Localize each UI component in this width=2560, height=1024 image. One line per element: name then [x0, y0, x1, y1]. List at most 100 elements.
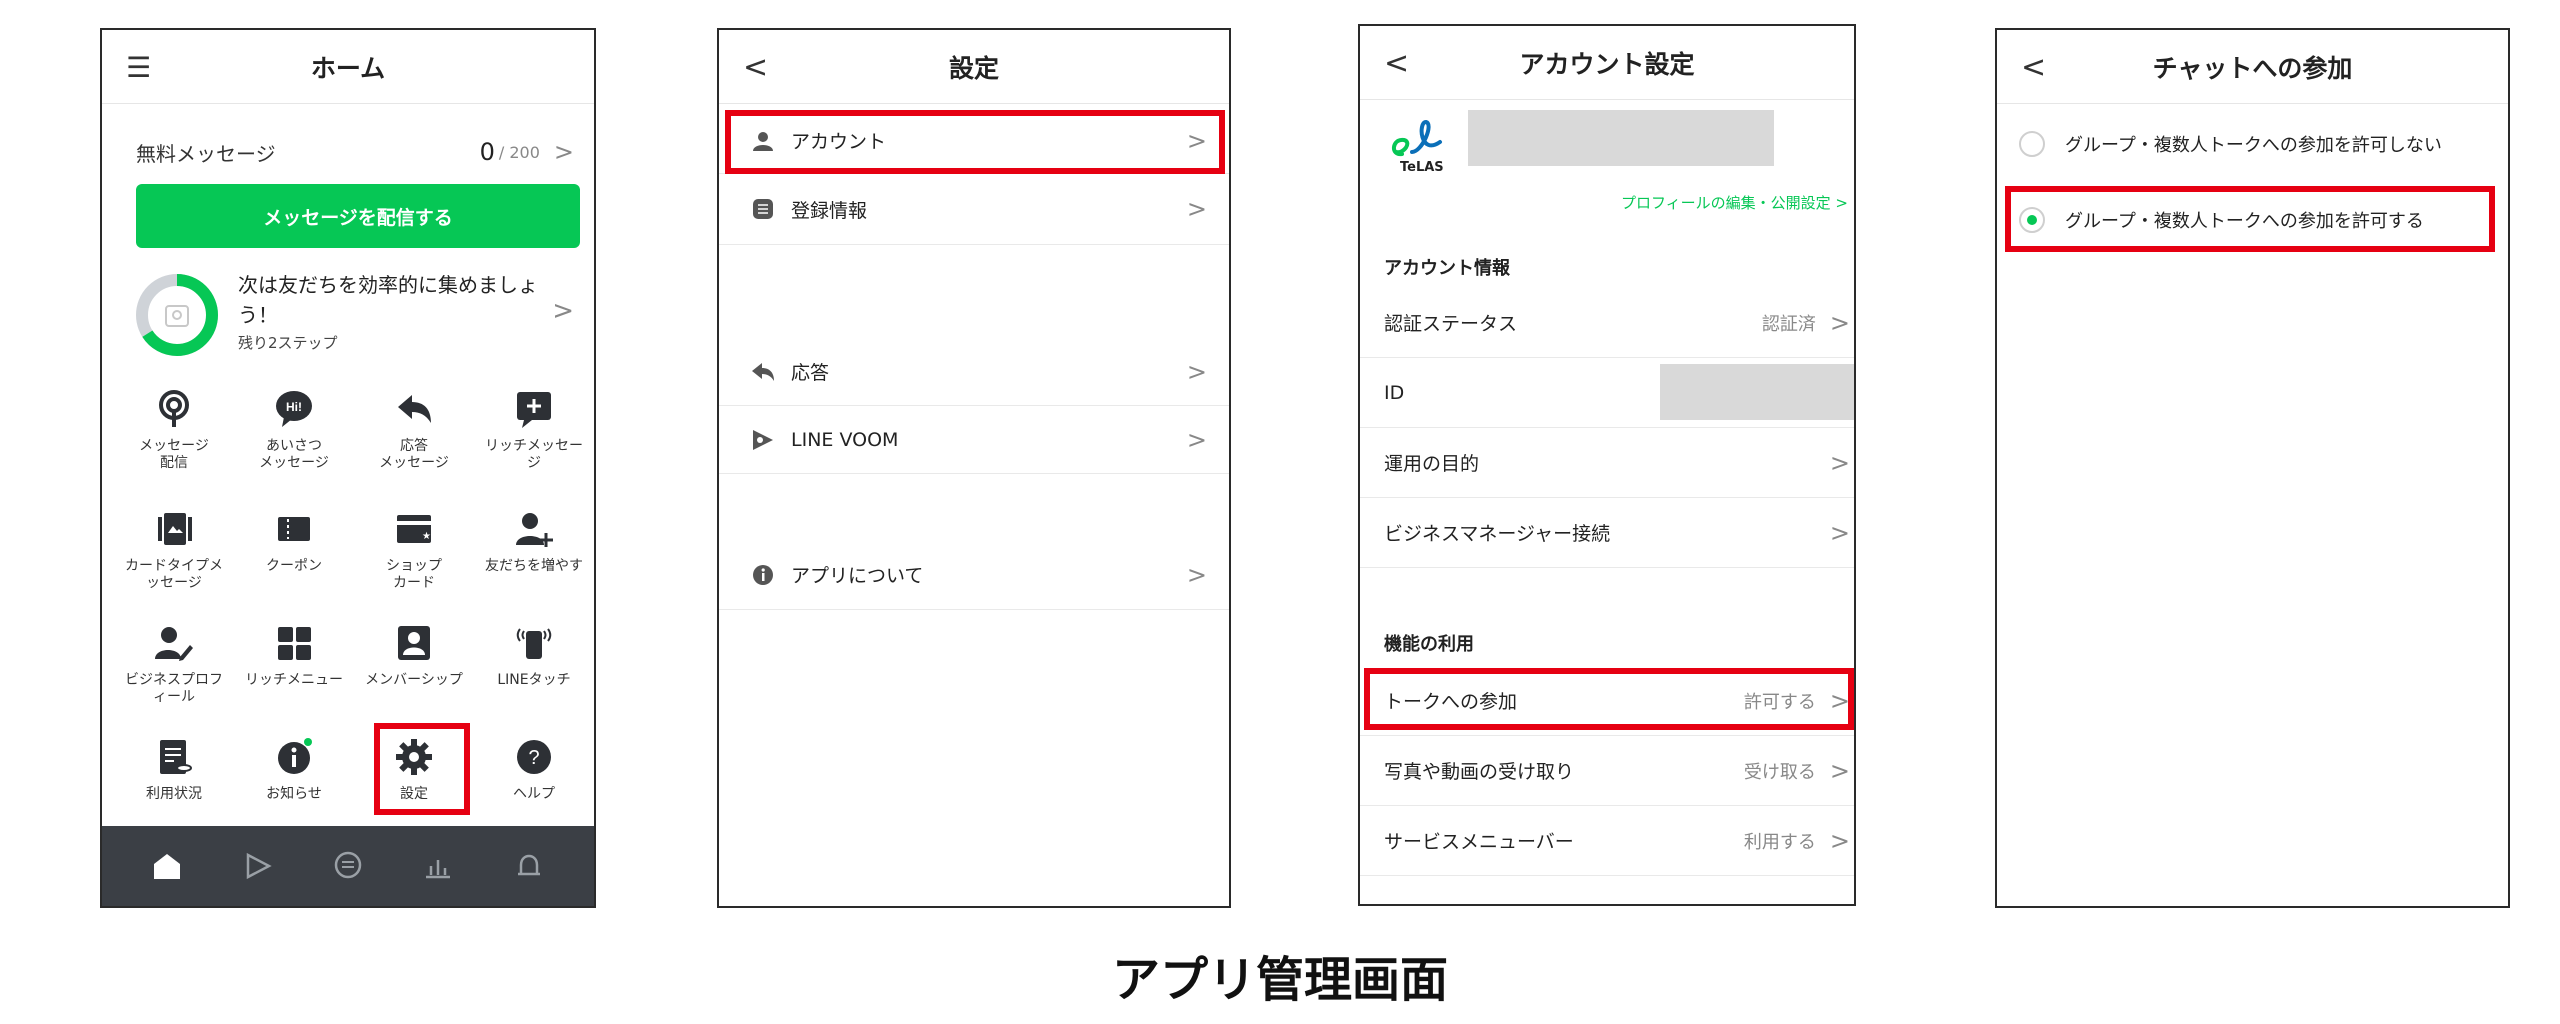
chevron-right-icon: >	[1829, 756, 1850, 785]
page-caption: アプリ管理画面	[1111, 952, 1448, 1008]
chat-icon[interactable]	[323, 841, 373, 891]
settings-item-label: LINE VOOM	[791, 428, 899, 451]
svg-text:★: ★	[422, 531, 431, 542]
profile-edit-link[interactable]: プロフィールの編集・公開設定 >	[1621, 192, 1848, 213]
row-label: 写真や動画の受け取り	[1384, 761, 1575, 783]
progress-text: 次は友だちを効率的に集めましょう！	[238, 273, 538, 327]
home-screen: ☰ ホーム 無料メッセージ 0 / 200 > メッセージを配信する 次は友だち…	[100, 28, 596, 908]
tile-add-friends[interactable]: 友だちを増やす	[474, 506, 594, 606]
back-icon[interactable]: <	[1384, 26, 1409, 100]
tile-notifications[interactable]: お知らせ	[234, 734, 354, 834]
tile-auto-reply[interactable]: 応答 メッセージ	[354, 386, 474, 486]
progress-subtext: 残り2ステップ	[238, 334, 338, 352]
tile-help[interactable]: ? ヘルプ	[474, 734, 594, 834]
help-icon: ?	[511, 734, 557, 780]
back-icon[interactable]: <	[2021, 30, 2046, 104]
line-touch-icon	[511, 620, 557, 666]
settings-item-registration[interactable]: 登録情報 >	[719, 174, 1229, 244]
bottom-nav	[102, 826, 594, 906]
divider	[719, 244, 1229, 245]
tile-card-message[interactable]: カードタイプメ ッセージ	[114, 506, 234, 606]
highlight-join-talk	[1364, 668, 1854, 730]
progress-card[interactable]: 次は友だちを効率的に集めましょう！ 残り2ステップ >	[134, 266, 574, 362]
analytics-icon[interactable]	[413, 841, 463, 891]
free-message-label: 無料メッセージ	[136, 141, 276, 166]
row-value: 利用する	[1743, 831, 1816, 853]
chevron-right-icon: >	[1829, 518, 1850, 547]
back-icon[interactable]: <	[743, 30, 768, 104]
settings-item-label: アプリについて	[791, 565, 924, 587]
greeting-icon: Hi!	[271, 386, 317, 432]
membership-icon	[391, 620, 437, 666]
chat-participation-screen: < チャットへの参加 グループ・複数人トークへの参加を許可しない グループ・複数…	[1995, 28, 2510, 908]
tile-coupon[interactable]: クーポン	[234, 506, 354, 606]
chevron-right-icon: >	[1186, 357, 1207, 386]
highlight-account	[725, 110, 1225, 174]
page-title: 設定	[948, 53, 999, 83]
tile-business-profile[interactable]: ビジネスプロフ ィール	[114, 620, 234, 720]
tile-broadcast[interactable]: メッセージ 配信	[114, 386, 234, 486]
business-profile-icon	[151, 620, 197, 666]
radio-button[interactable]	[2019, 131, 2045, 157]
tile-label: ビジネスプロフ ィール	[125, 672, 223, 705]
chevron-right-icon: >	[553, 138, 574, 166]
row-label: 認証ステータス	[1384, 313, 1518, 335]
tile-label: 利用状況	[146, 786, 202, 802]
tile-shop-card[interactable]: ★ ショップ カード	[354, 506, 474, 606]
logo-text: TeLAS	[1400, 160, 1444, 175]
tile-greeting[interactable]: Hi! あいさつ メッセージ	[234, 386, 354, 486]
row-label: ビジネスマネージャー接続	[1384, 523, 1611, 545]
bell-icon[interactable]	[504, 841, 554, 891]
settings-item-line-voom[interactable]: LINE VOOM >	[719, 406, 1229, 474]
tile-label: クーポン	[266, 558, 322, 574]
settings-item-label: 応答	[791, 362, 830, 384]
section-account-info: アカウント情報	[1384, 258, 1510, 279]
settings-item-reply[interactable]: 応答 >	[719, 338, 1229, 406]
info-icon	[271, 734, 317, 780]
page-title: チャットへの参加	[2152, 53, 2353, 83]
broadcast-message-button[interactable]: メッセージを配信する	[136, 184, 580, 248]
row-id: ID	[1360, 358, 1854, 428]
progress-ring-icon	[136, 274, 218, 356]
home-icon[interactable]	[142, 841, 192, 891]
info-icon	[749, 561, 777, 589]
tile-label: ショップ カード	[386, 558, 442, 591]
broadcast-icon	[151, 386, 197, 432]
card-message-icon	[151, 506, 197, 552]
tile-label: リッチメニュー	[245, 672, 343, 688]
tile-membership[interactable]: メンバーシップ	[354, 620, 474, 720]
add-friend-icon	[511, 506, 557, 552]
row-value: 認証済	[1761, 313, 1816, 335]
svg-text:Hi!: Hi!	[286, 400, 302, 414]
highlight-allow	[2005, 186, 2495, 252]
tile-line-touch[interactable]: LINEタッチ	[474, 620, 594, 720]
usage-icon	[151, 734, 197, 780]
chevron-right-icon: >	[1186, 425, 1207, 454]
row-label: 運用の目的	[1384, 453, 1480, 475]
row-media-receive[interactable]: 写真や動画の受け取り 受け取る >	[1360, 736, 1854, 806]
chevron-right-icon: >	[1186, 195, 1207, 223]
row-verification-status[interactable]: 認証ステータス 認証済 >	[1360, 288, 1854, 358]
option-disallow[interactable]: グループ・複数人トークへの参加を許可しない	[1997, 108, 2508, 180]
home-header: ☰ ホーム	[102, 30, 594, 104]
reply-icon	[749, 358, 777, 386]
tile-rich-menu[interactable]: リッチメニュー	[234, 620, 354, 720]
settings-screen: < 設定 アカウント > 登録情報 > 応答 > LINE VOOM > アプリ…	[717, 28, 1231, 908]
reply-icon	[391, 386, 437, 432]
tile-label: メンバーシップ	[365, 672, 463, 688]
chevron-right-icon: >	[1829, 448, 1850, 477]
svg-text:?: ?	[528, 747, 539, 769]
tile-label: メッセージ 配信	[139, 438, 209, 471]
row-service-menu[interactable]: サービスメニューバー 利用する >	[1360, 806, 1854, 876]
voom-icon[interactable]	[233, 841, 283, 891]
free-message-total: / 200	[498, 142, 540, 162]
tile-label: カードタイプメ ッセージ	[125, 558, 223, 591]
tile-usage[interactable]: 利用状況	[114, 734, 234, 834]
row-business-manager[interactable]: ビジネスマネージャー接続 >	[1360, 498, 1854, 568]
chevron-right-icon: >	[1829, 826, 1850, 855]
coupon-icon	[271, 506, 317, 552]
menu-icon[interactable]: ☰	[126, 30, 151, 104]
row-purpose[interactable]: 運用の目的 >	[1360, 428, 1854, 498]
tile-rich-message[interactable]: リッチメッセー ジ	[474, 386, 594, 486]
settings-item-about[interactable]: アプリについて >	[719, 540, 1229, 610]
